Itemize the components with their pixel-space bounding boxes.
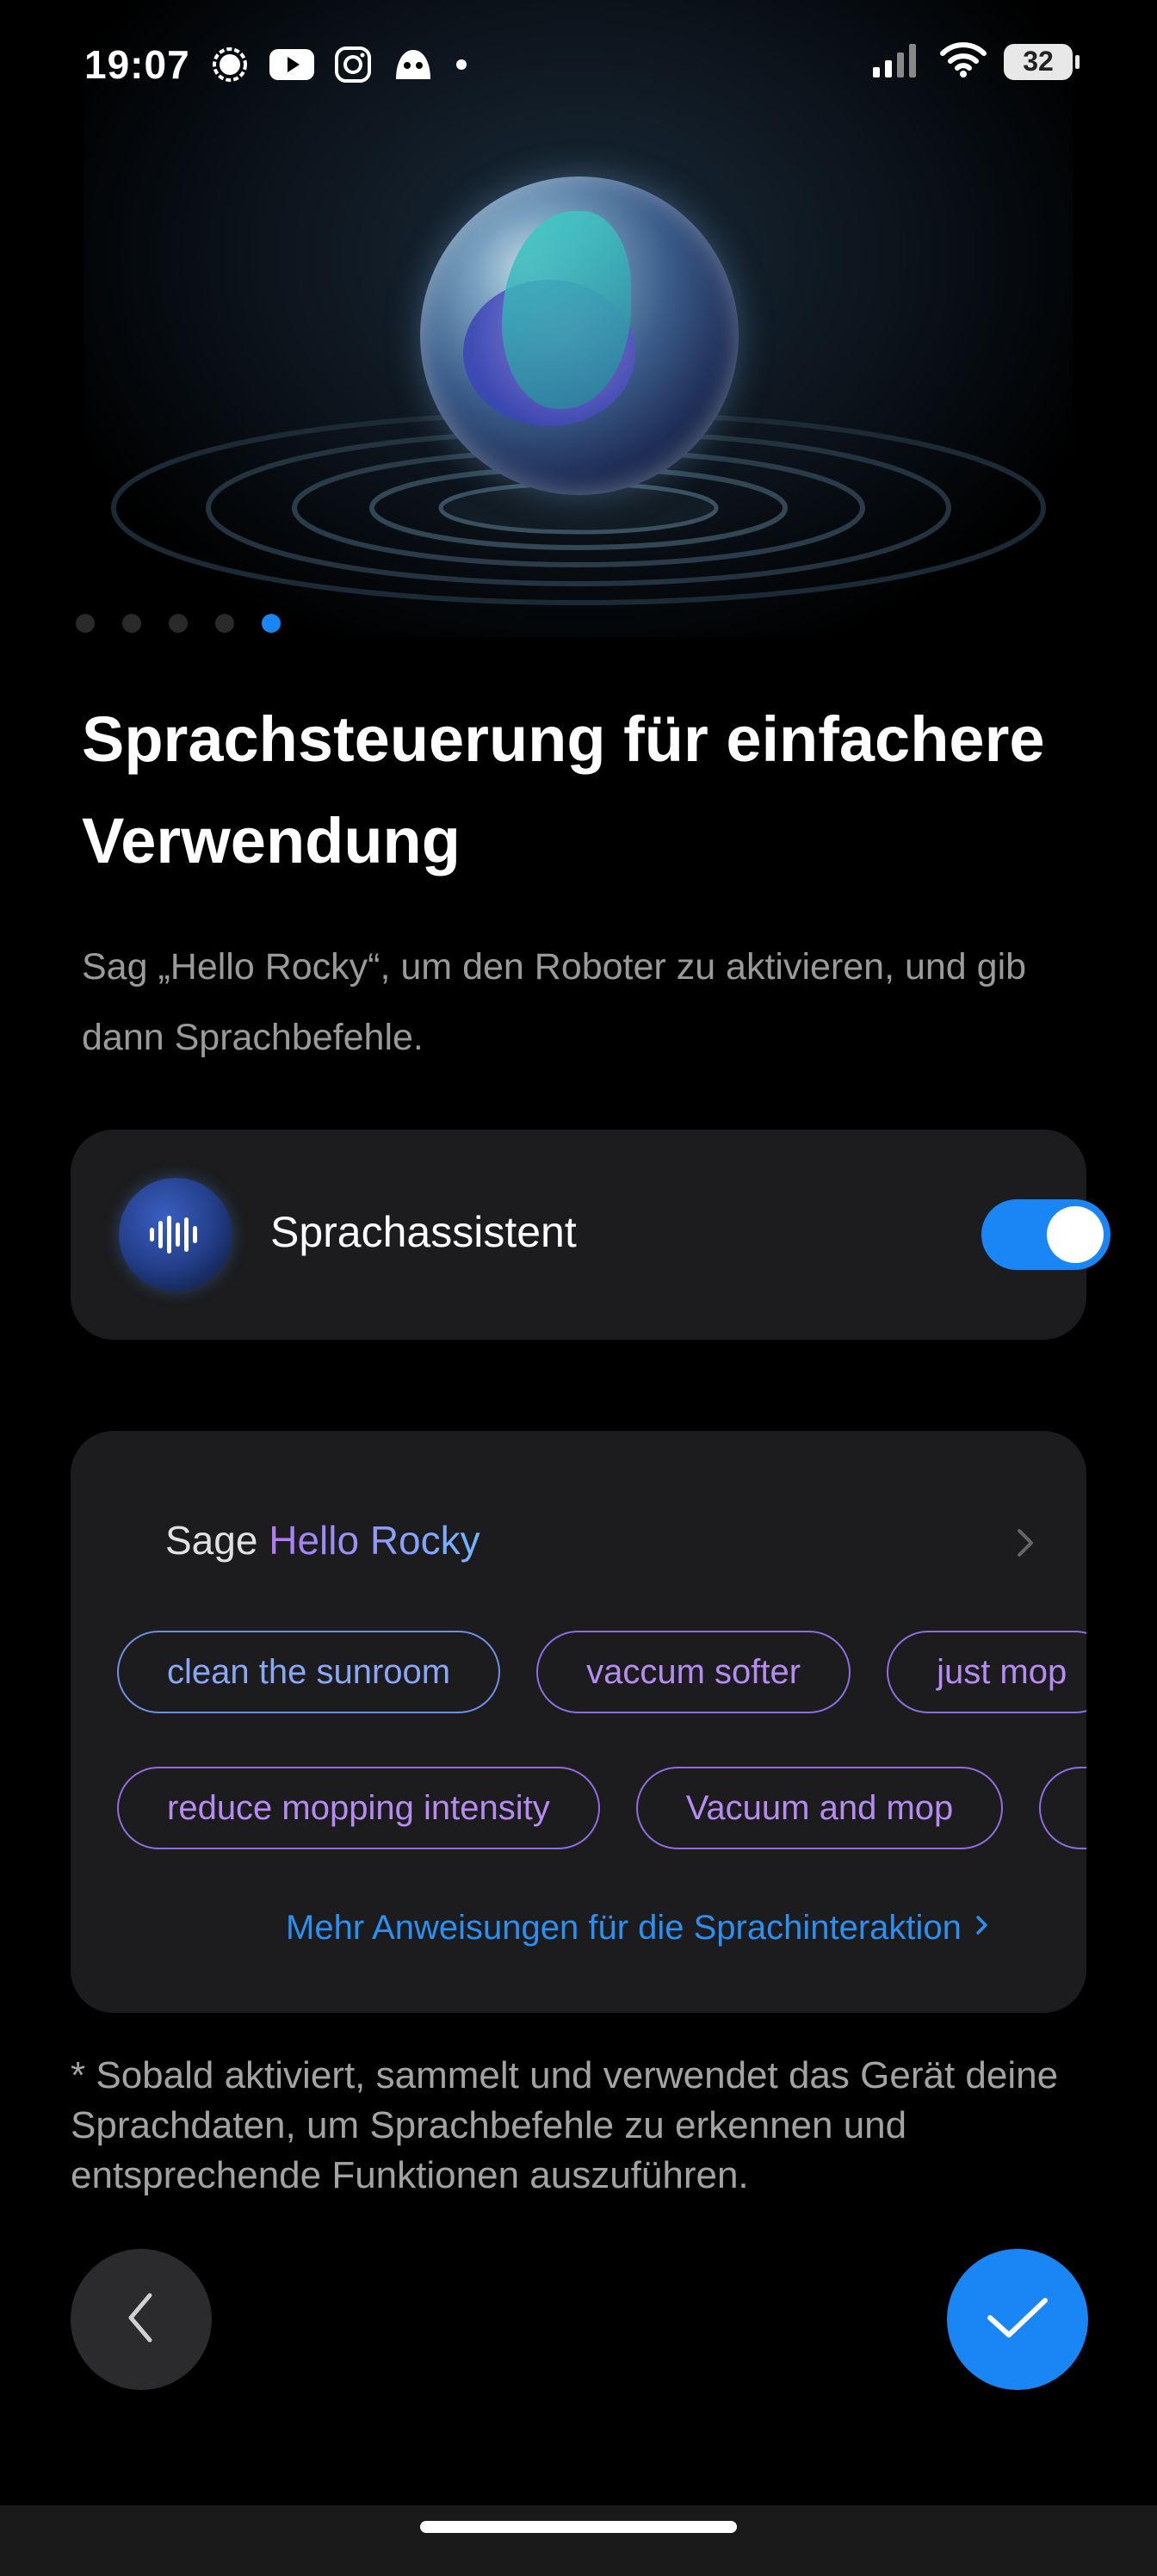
instagram-icon (334, 46, 372, 88)
confirm-button[interactable] (947, 2249, 1088, 2390)
cellular-signal-icon (871, 41, 923, 82)
status-bar: 19:07 32 (0, 0, 1157, 129)
voice-commands-card: Sage Hello Rocky clean the sunroom vaccu… (71, 1431, 1086, 2013)
battery-level: 32 (1023, 46, 1054, 77)
checkmark-icon (983, 2292, 1052, 2348)
carousel-dot-active (262, 614, 281, 633)
battery-icon: 32 (1004, 43, 1080, 80)
voice-assistant-label: Sprachassistent (270, 1208, 577, 1256)
command-chips-row-1: clean the sunroom vaccum softer just mop (117, 1631, 1086, 1713)
chevron-left-icon (115, 2283, 167, 2356)
signal-messenger-icon (210, 45, 250, 89)
command-chips-row-2: reduce mopping intensity Vacuum and mop (117, 1767, 1086, 1849)
more-voice-commands-link[interactable]: Mehr Anweisungen für die Sprachinterakti… (286, 1909, 991, 1947)
voice-wave-icon (119, 1178, 232, 1291)
voice-assistant-card: Sprachassistent (71, 1130, 1111, 1340)
command-chip[interactable]: Vacuum and mop (635, 1767, 1004, 1849)
chevron-right-icon (974, 1909, 991, 1947)
page-title: Sprachsteuerung für einfachere Verwendun… (82, 703, 1045, 876)
carousel-dot (215, 614, 234, 633)
system-status-icons: 32 (871, 41, 1080, 82)
home-indicator[interactable] (420, 2521, 737, 2533)
more-dot-icon (455, 58, 468, 76)
carousel-indicator (76, 614, 281, 633)
voice-orb (420, 176, 739, 495)
carousel-dot (169, 614, 188, 633)
wifi-icon (940, 41, 987, 82)
say-prefix: Sage (165, 1518, 269, 1563)
notification-icons (210, 45, 468, 89)
command-chip[interactable]: reduce mopping intensity (117, 1767, 600, 1849)
chevron-right-icon[interactable] (1009, 1517, 1043, 1569)
privacy-note: * Sobald aktiviert, sammelt und verwende… (71, 2054, 1059, 2196)
youtube-icon (269, 47, 315, 86)
wake-word: Hello Rocky (269, 1518, 480, 1563)
page-subtitle: Sag „Hello Rocky“, um den Roboter zu akt… (82, 946, 1027, 1058)
status-time: 19:07 (84, 42, 190, 87)
more-link-label: Mehr Anweisungen für die Sprachinterakti… (286, 1909, 962, 1947)
app-notification-icon (391, 45, 436, 89)
carousel-dot (122, 614, 141, 633)
navigation-bar (0, 2505, 1157, 2576)
back-button[interactable] (71, 2249, 212, 2390)
command-chip[interactable] (1039, 1767, 1086, 1849)
command-chip[interactable]: vaccum softer (536, 1631, 851, 1713)
command-chip[interactable]: just mop (887, 1631, 1086, 1713)
toggle-knob (1047, 1206, 1104, 1263)
command-chip[interactable]: clean the sunroom (117, 1631, 501, 1713)
wake-word-row[interactable]: Sage Hello Rocky (165, 1517, 480, 1564)
voice-assistant-toggle[interactable] (981, 1199, 1111, 1270)
carousel-dot (76, 614, 95, 633)
